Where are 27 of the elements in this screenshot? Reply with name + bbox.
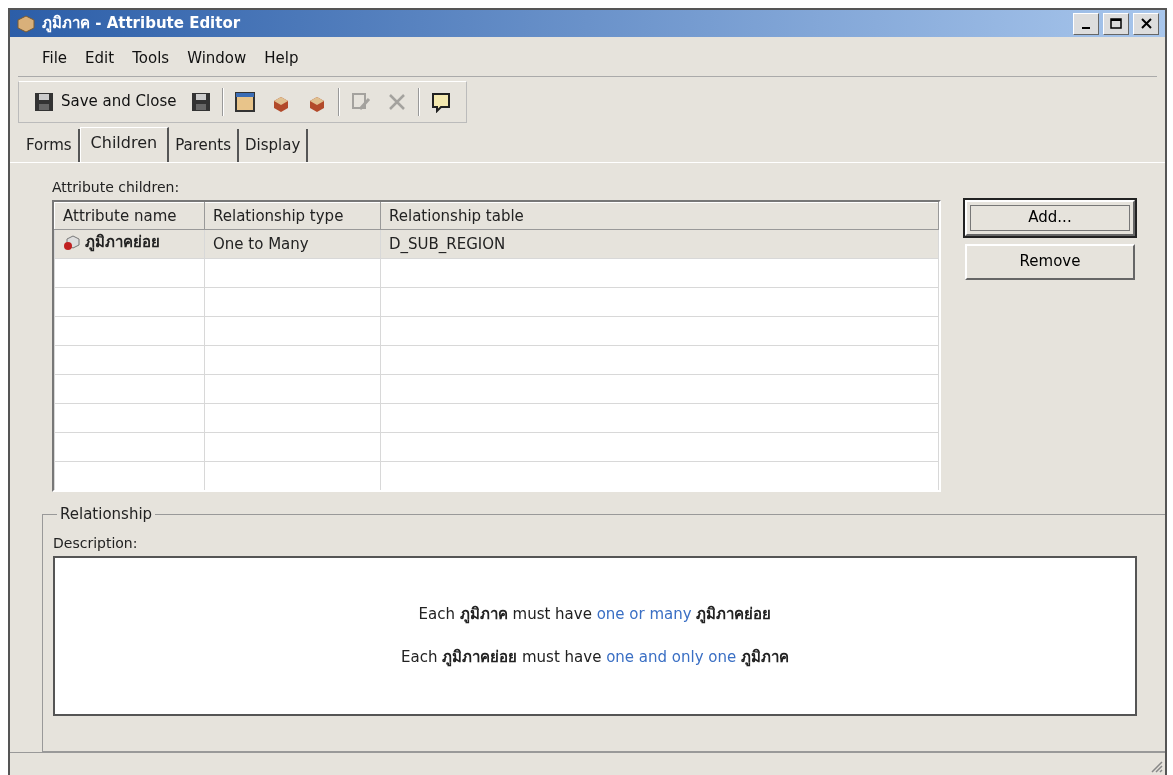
list-label: Attribute children: — [52, 177, 181, 197]
maximize-icon — [1110, 18, 1122, 30]
cube-icon — [63, 233, 81, 251]
column-header[interactable]: Relationship table — [380, 202, 939, 230]
menu-item[interactable]: Window — [185, 45, 249, 72]
cube-icon — [16, 14, 36, 33]
column-header[interactable]: Relationship type — [204, 202, 381, 230]
table-cell: D_SUB_REGION — [380, 229, 939, 259]
minimize-icon — [1082, 26, 1090, 29]
resize-grip-icon — [1149, 759, 1163, 773]
action-button[interactable]: Add... — [965, 199, 1135, 236]
close-icon — [1140, 18, 1152, 30]
close-button[interactable] — [1133, 12, 1159, 35]
menu-item[interactable]: File — [40, 45, 70, 72]
description-label: Description: — [53, 533, 139, 553]
tab[interactable]: Children — [79, 126, 170, 162]
menu-item[interactable]: Tools — [130, 45, 172, 72]
description-sentence: Each ภูมิภาค must have one or many ภูมิภาคย่อย — [418, 604, 772, 626]
maximize-button[interactable] — [1103, 12, 1129, 35]
table-cell: One to Many — [204, 229, 381, 259]
window-title: ภูมิภาค - Attribute Editor — [42, 13, 241, 35]
menu-item[interactable]: Help — [262, 45, 301, 72]
minimize-button[interactable] — [1073, 12, 1099, 35]
action-button[interactable]: Remove — [965, 243, 1135, 280]
description-sentence: Each ภูมิภาคย่อย must have one and only one ภูมิภาค — [401, 646, 789, 669]
column-header[interactable]: Attribute name — [54, 202, 205, 230]
menu-item[interactable]: Edit — [83, 45, 117, 72]
